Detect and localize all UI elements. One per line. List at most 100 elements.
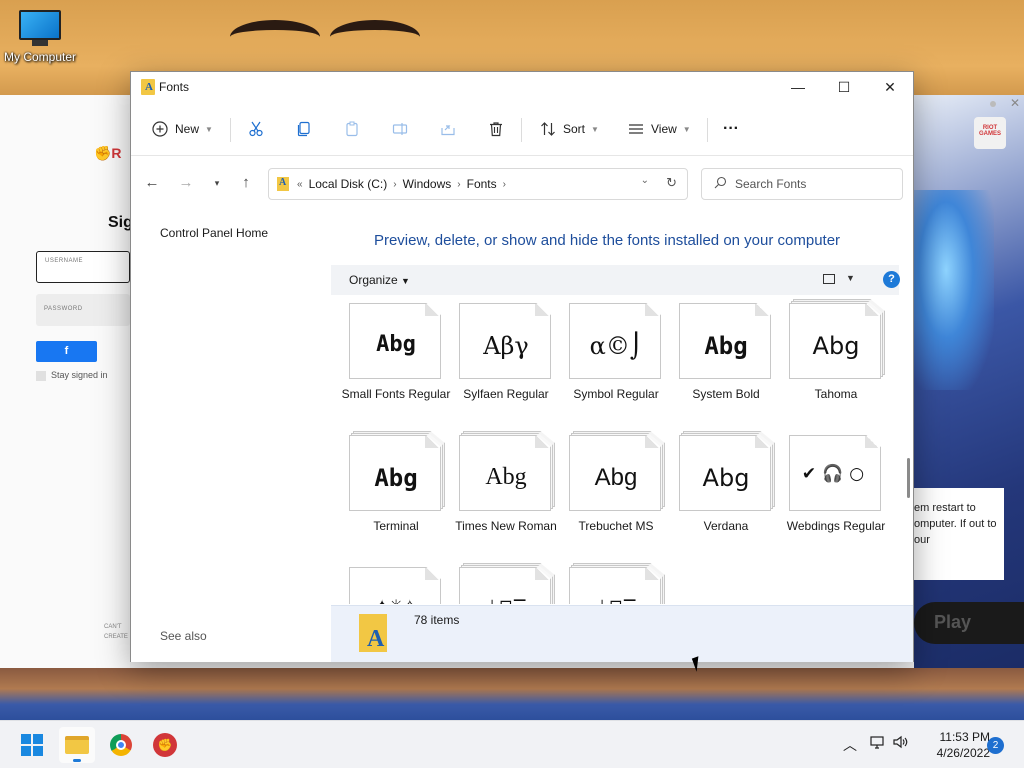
font-name-label: Webdings Regular xyxy=(786,519,886,533)
font-name-label: Times New Roman xyxy=(455,519,557,533)
font-tile[interactable]: Abg System Bold xyxy=(671,295,771,420)
organize-button[interactable]: Organize ▼ xyxy=(349,273,410,287)
font-name-label: Tahoma xyxy=(814,387,858,401)
network-icon[interactable] xyxy=(870,735,886,752)
cut-button[interactable] xyxy=(247,116,265,142)
font-preview-icon: Abg xyxy=(679,431,775,513)
font-name-label: Small Fonts Regular xyxy=(341,387,451,401)
font-preview-icon: Abg xyxy=(349,431,445,513)
font-preview-icon: Abg xyxy=(789,299,885,381)
font-tile[interactable]: Abg Verdana xyxy=(671,427,775,552)
font-tile[interactable]: Αβγ Sylfaen Regular xyxy=(451,295,551,420)
font-preview-icon: ⊥⊟☰ xyxy=(569,563,665,604)
background-play-button[interactable]: Play xyxy=(914,602,1024,644)
search-input[interactable] xyxy=(735,177,885,191)
address-row: ← → ▾ ↑ A « Local Disk (C:) › Windows › … xyxy=(131,156,913,210)
font-sample-text: Abg xyxy=(812,332,860,360)
font-tile[interactable]: α©⌡ Symbol Regular xyxy=(561,295,661,420)
breadcrumb-fonts[interactable]: Fonts xyxy=(467,177,497,191)
folder-icon xyxy=(65,736,89,754)
font-tile[interactable]: ✦☼✧ xyxy=(341,559,441,604)
font-preview-icon: Abg xyxy=(569,431,665,513)
main-content: Preview, delete, or show and hide the fo… xyxy=(331,210,913,662)
breadcrumb-local-disk[interactable]: Local Disk (C:) xyxy=(309,177,388,191)
font-tile[interactable]: ⊥⊟☰ xyxy=(451,559,555,604)
fonts-window: A Fonts — ☐ ✕ New ▼ Sort ▼ View ▼ ··· ← … xyxy=(130,71,914,662)
font-tile[interactable]: Abg Trebuchet MS xyxy=(561,427,665,552)
view-button[interactable]: View ▼ xyxy=(627,116,691,142)
font-tile[interactable]: Abg Times New Roman xyxy=(451,427,557,552)
font-preview-icon: α©⌡ xyxy=(569,303,663,381)
sort-button[interactable]: Sort ▼ xyxy=(539,116,599,142)
new-label: New xyxy=(175,122,200,136)
vertical-scrollbar[interactable] xyxy=(907,458,910,498)
address-dropdown-icon[interactable]: ⌄ xyxy=(641,175,649,186)
chevron-down-icon: ▼ xyxy=(401,276,410,286)
background-close-icon[interactable]: ✕ xyxy=(1010,96,1020,110)
chevron-right-icon[interactable]: › xyxy=(393,179,396,190)
background-password-field[interactable]: PASSWORD xyxy=(36,294,130,326)
address-bar[interactable]: A « Local Disk (C:) › Windows › Fonts › … xyxy=(268,168,688,200)
font-grid: Abg Small Fonts Regular Αβγ Sylfaen Regular… xyxy=(331,295,899,604)
see-also-label: See also xyxy=(160,629,207,643)
refresh-icon[interactable]: ↻ xyxy=(666,175,677,191)
font-sample-text: Abg xyxy=(485,464,527,490)
plus-circle-icon xyxy=(151,120,169,138)
font-tile[interactable]: Abg Terminal xyxy=(341,427,445,552)
taskbar-riot-client[interactable]: ✊ xyxy=(147,727,183,763)
minimize-button[interactable]: — xyxy=(775,72,821,102)
recent-locations-chevron-icon[interactable]: ▾ xyxy=(205,170,229,196)
font-preview-icon: ✔🎧○ xyxy=(789,435,883,513)
control-panel-home-link[interactable]: Control Panel Home xyxy=(160,226,268,240)
rename-icon xyxy=(391,120,409,138)
more-options-button[interactable]: ··· xyxy=(723,116,739,142)
show-hidden-icons-chevron-icon[interactable]: ︿ xyxy=(843,735,857,755)
forward-arrow-icon[interactable]: → xyxy=(174,170,198,196)
copy-button[interactable] xyxy=(295,116,313,142)
close-button[interactable]: ✕ xyxy=(867,72,913,102)
up-arrow-icon[interactable]: ↑ xyxy=(234,170,258,196)
breadcrumb-windows[interactable]: Windows xyxy=(403,177,452,191)
system-clock[interactable]: 11:53 PM 4/26/2022 xyxy=(920,729,990,761)
new-button[interactable]: New ▼ xyxy=(151,116,213,142)
font-tile[interactable]: ✔🎧○ Webdings Regular xyxy=(781,427,885,552)
font-name-label: Verdana xyxy=(703,519,749,533)
breadcrumb-overflow[interactable]: « xyxy=(297,179,303,190)
chevron-right-icon[interactable]: › xyxy=(457,179,460,190)
volume-icon[interactable] xyxy=(893,735,909,752)
organize-bar: Organize ▼ ▼ ? xyxy=(331,265,900,295)
title-bar[interactable]: A Fonts — ☐ ✕ xyxy=(131,72,913,102)
rename-button[interactable] xyxy=(391,116,409,142)
clock-time: 11:53 PM xyxy=(939,730,990,744)
help-icon[interactable]: ? xyxy=(883,271,900,288)
desktop-icon-my-computer[interactable]: My Computer xyxy=(4,10,76,64)
background-menu-icon[interactable] xyxy=(990,101,996,107)
paste-button[interactable] xyxy=(343,116,361,142)
background-cant-signin-link[interactable]: CAN'T CREATE xyxy=(104,622,128,642)
taskbar-file-explorer[interactable] xyxy=(59,727,95,763)
taskbar: ✊ ︿ 11:53 PM 4/26/2022 2 xyxy=(0,720,1024,768)
delete-button[interactable] xyxy=(487,116,505,142)
stay-signed-in-checkbox[interactable]: Stay signed in xyxy=(36,370,108,381)
maximize-button[interactable]: ☐ xyxy=(821,72,867,102)
taskbar-chrome[interactable] xyxy=(103,727,139,763)
view-options-chevron-icon[interactable]: ▼ xyxy=(846,273,855,283)
chevron-right-icon[interactable]: › xyxy=(503,179,506,190)
notification-badge[interactable]: 2 xyxy=(987,737,1004,754)
font-tile[interactable]: Abg Tahoma xyxy=(781,295,885,420)
font-sample-text: ⊥⊟☰ xyxy=(570,596,661,604)
font-tile[interactable]: ⊥⊟☰ xyxy=(561,559,665,604)
copy-icon xyxy=(295,120,313,138)
facebook-login-button[interactable]: f xyxy=(36,341,97,362)
back-arrow-icon[interactable]: ← xyxy=(140,170,164,196)
share-button[interactable] xyxy=(439,116,457,142)
search-box[interactable] xyxy=(701,168,903,200)
start-button[interactable] xyxy=(14,727,50,763)
font-tile[interactable]: Abg Small Fonts Regular xyxy=(341,295,450,420)
change-view-icon[interactable] xyxy=(823,274,835,284)
monitor-icon xyxy=(19,10,61,40)
sort-label: Sort xyxy=(563,122,586,136)
scissors-icon xyxy=(247,120,265,138)
background-username-field[interactable]: USERNAME xyxy=(36,251,130,283)
font-sample-text: Abg xyxy=(704,332,748,360)
